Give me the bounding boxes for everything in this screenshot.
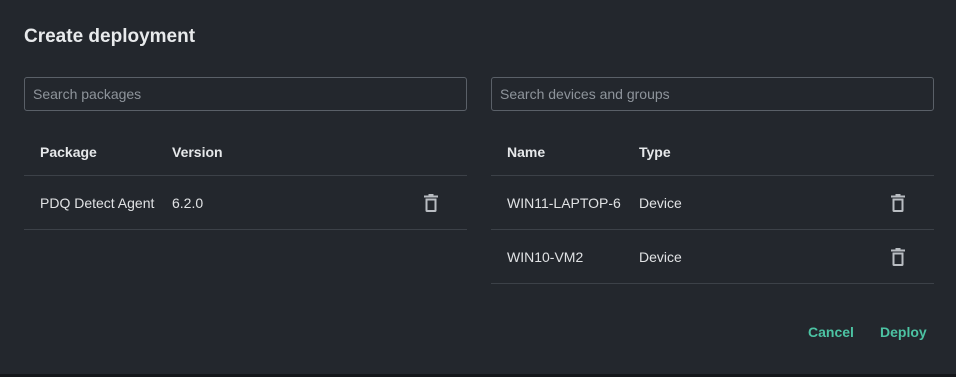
- table-row: PDQ Detect Agent 6.2.0: [24, 176, 467, 230]
- trash-icon: [424, 193, 438, 212]
- target-name: WIN11-LAPTOP-6: [507, 194, 621, 211]
- table-row: WIN11-LAPTOP-6 Device: [491, 176, 934, 230]
- package-version: 6.2.0: [172, 194, 204, 211]
- remove-package-button[interactable]: [420, 190, 442, 216]
- column-header-package: Package: [40, 143, 97, 160]
- trash-icon: [891, 193, 905, 212]
- packages-table: Package Version PDQ Detect Agent 6.2.0: [24, 128, 467, 230]
- target-type: Device: [639, 194, 682, 211]
- target-name: WIN10-VM2: [507, 248, 584, 265]
- package-search-box[interactable]: [24, 77, 467, 111]
- column-header-type: Type: [639, 143, 671, 160]
- trash-icon: [891, 247, 905, 266]
- packages-table-header: Package Version: [24, 128, 467, 176]
- targets-table-header: Name Type: [491, 128, 934, 176]
- package-name: PDQ Detect Agent: [40, 194, 155, 211]
- column-header-name: Name: [507, 143, 546, 160]
- deploy-button[interactable]: Deploy: [880, 324, 927, 340]
- target-type: Device: [639, 248, 682, 265]
- device-search-input[interactable]: [492, 78, 933, 110]
- package-search-input[interactable]: [25, 78, 466, 110]
- dialog-title: Create deployment: [24, 26, 196, 47]
- remove-target-button[interactable]: [887, 190, 909, 216]
- create-deployment-dialog: Create deployment Package Version PDQ De…: [0, 0, 956, 374]
- targets-table: Name Type WIN11-LAPTOP-6 Device WIN10-VM…: [491, 128, 934, 284]
- table-row: WIN10-VM2 Device: [491, 230, 934, 284]
- column-header-version: Version: [172, 143, 223, 160]
- device-search-box[interactable]: [491, 77, 934, 111]
- cancel-button[interactable]: Cancel: [808, 324, 854, 340]
- remove-target-button[interactable]: [887, 244, 909, 270]
